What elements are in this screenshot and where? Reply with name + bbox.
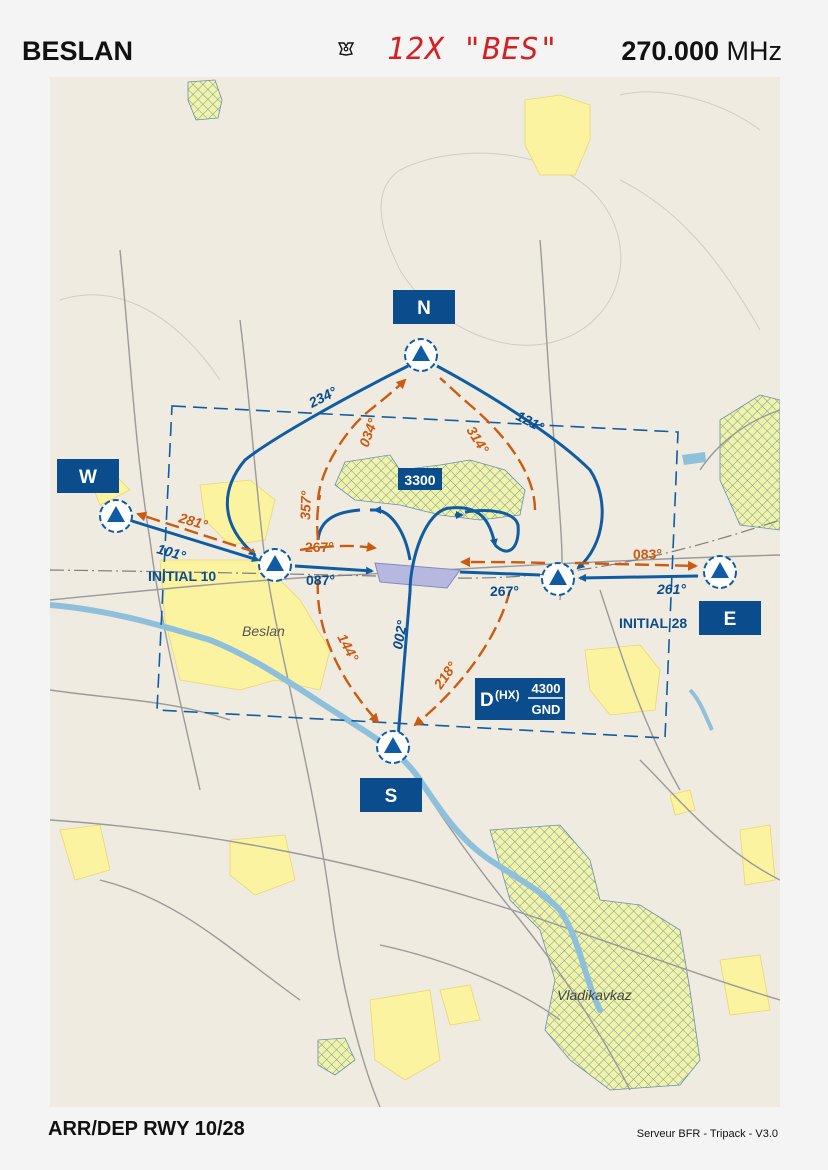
chart-title: BESLAN [22,36,134,66]
waypoint-south[interactable] [376,730,410,764]
footer-credit: Serveur BFR - Tripack - V3.0 [636,1128,778,1140]
frequency-unit: MHz [726,36,783,66]
city-label-beslan: Beslan [242,623,285,639]
waypoint-initial-10[interactable] [258,548,292,582]
heading-083: 083° [633,546,662,562]
city-label-vladikavkaz: Vladikavkaz [557,987,632,1003]
svg-text:4300: 4300 [532,681,561,696]
waypoint-north[interactable] [404,338,438,372]
heading-261: 261° [656,581,686,597]
svg-text:D: D [480,690,494,711]
heading-267-i28: 267° [490,583,519,599]
map: N W E S 3300 D (HX) 4300 GND Beslan Vlad… [50,77,780,1107]
heading-357: 357° [297,490,314,520]
chart-frame: BESLAN 12X "BES" 270.000 MHz N W E S 330… [0,0,828,1170]
waypoint-label-west: W [57,459,119,493]
waypoint-label-east: E [699,601,761,635]
heading-267-i10: 267° [305,539,334,555]
header: BESLAN 12X "BES" 270.000 MHz [22,30,782,74]
footer-runway: ARR/DEP RWY 10/28 [48,1118,245,1140]
frequency-value: 270.000 [621,36,719,66]
waypoint-east[interactable] [703,555,737,589]
waypoint-label-north: N [393,290,455,324]
tacan-channel: 12X "BES" [387,32,559,67]
svg-text:W: W [79,467,97,488]
waypoint-west[interactable] [99,499,133,533]
label-initial-10: INITIAL 10 [148,568,216,584]
altitude-box: 3300 [398,468,442,490]
svg-text:(HX): (HX) [495,688,520,702]
svg-text:GND: GND [532,702,561,717]
tacan-icon [337,40,355,63]
frequency: 270.000 MHz [621,36,782,67]
waypoint-label-south: S [360,778,422,812]
label-initial-28: INITIAL 28 [619,615,687,631]
heading-087: 087° [306,572,335,588]
svg-text:S: S [385,786,398,807]
svg-text:N: N [417,298,431,319]
danger-area-box: D (HX) 4300 GND [475,678,565,720]
svg-text:3300: 3300 [404,472,435,488]
waypoint-initial-28[interactable] [541,562,575,596]
svg-text:E: E [724,609,737,630]
